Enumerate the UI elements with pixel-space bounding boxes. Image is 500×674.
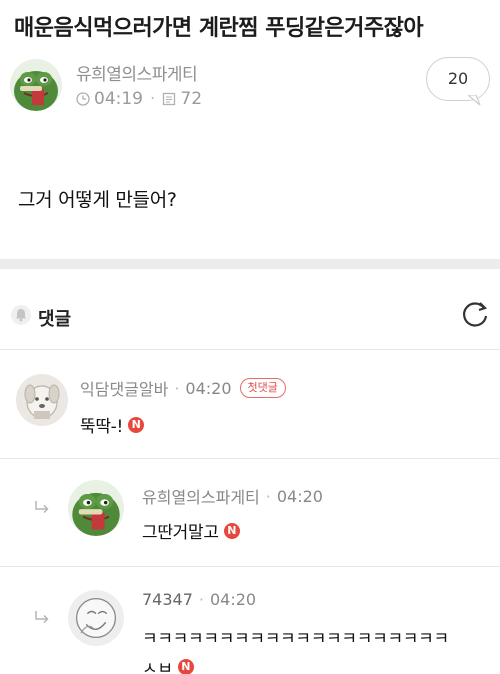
comment-avatar[interactable] [16,374,68,426]
dog-avatar-icon [16,374,68,426]
comment-text-row: 그딴거말고 N [142,518,240,543]
new-mark-badge: N [128,416,145,433]
comment-text-row: 뚝딱-! N [80,412,145,437]
comments-label: 댓글 [38,309,72,330]
section-divider [0,259,500,269]
comment-author[interactable]: 유희열의스파게티 [142,484,260,508]
post-title: 매운음식먹으러가면 계란찜 푸딩같은거주잖아 [14,16,424,41]
comment-author[interactable]: 74347 [142,590,193,609]
meta-separator: · [265,486,271,506]
first-comment-badge: 첫댓글 [239,378,286,398]
views-icon [163,92,176,106]
comment-time: 04:20 [210,590,257,609]
frog-avatar-icon [68,480,124,536]
post-time: 04:19 [94,89,143,109]
comment-author-row: 유희열의스파게티 · 04:20 [142,484,323,508]
reply-arrow-icon [35,611,49,624]
comment-time: 04:20 [276,486,323,506]
post-author-row: 유희열의스파게티 04:19 · 72 20 [10,57,490,117]
new-mark-badge: N [177,658,194,674]
comment-text: ㅅㅂ [142,659,173,674]
comment-avatar[interactable] [68,480,124,536]
comment-count: 20 [447,69,469,88]
comment-author[interactable]: 익담댓글알바 [80,376,168,400]
comment-author-row: 74347 · 04:20 [142,590,256,609]
speech-bubble-tail-icon [468,95,481,106]
comments-header: 댓글 [0,297,500,337]
divider-line [0,349,500,350]
post-meta: 04:19 · 72 [76,89,202,109]
comment-time: 04:20 [185,378,232,398]
refresh-icon[interactable] [458,297,492,331]
comment-text: 뚝딱-! [80,417,124,437]
reply-item: 유희열의스파게티 · 04:20 그딴거말고 N [0,460,500,560]
comment-avatar[interactable] [68,590,124,646]
clock-icon [76,92,90,106]
post-author-name[interactable]: 유희열의스파게티 [76,60,198,85]
frog-avatar-icon [10,59,62,111]
divider-line [0,566,500,567]
comment-text: 그딴거말고 [142,523,219,543]
sketch-face-avatar-icon [68,590,124,646]
comment-text: ㅋㅋㅋㅋㅋㅋㅋㅋㅋㅋㅋㅋㅋㅋㅋㅋㅋㅋㅋㅋ [142,629,449,649]
meta-separator: · [150,89,156,109]
new-mark-badge: N [223,522,240,539]
author-avatar[interactable] [10,59,62,111]
meta-separator: · [198,590,204,609]
comment-text-line: ㅋㅋㅋㅋㅋㅋㅋㅋㅋㅋㅋㅋㅋㅋㅋㅋㅋㅋㅋㅋ [142,624,449,649]
post-body: 그거 어떻게 만들어? [18,189,177,211]
divider-line [0,458,500,459]
reply-arrow-icon [35,501,49,514]
meta-separator: · [174,378,180,398]
comment-item: 익담댓글알바 · 04:20 첫댓글 뚝딱-! N [0,360,500,455]
comment-author-row: 익담댓글알바 · 04:20 첫댓글 [80,376,286,400]
bell-icon[interactable] [10,304,32,326]
reply-item: 74347 · 04:20 ㅋㅋㅋㅋㅋㅋㅋㅋㅋㅋㅋㅋㅋㅋㅋㅋㅋㅋㅋㅋ ㅅㅂ N [0,568,500,674]
comment-text-line: ㅅㅂ N [142,654,194,674]
post-views: 72 [180,89,203,109]
